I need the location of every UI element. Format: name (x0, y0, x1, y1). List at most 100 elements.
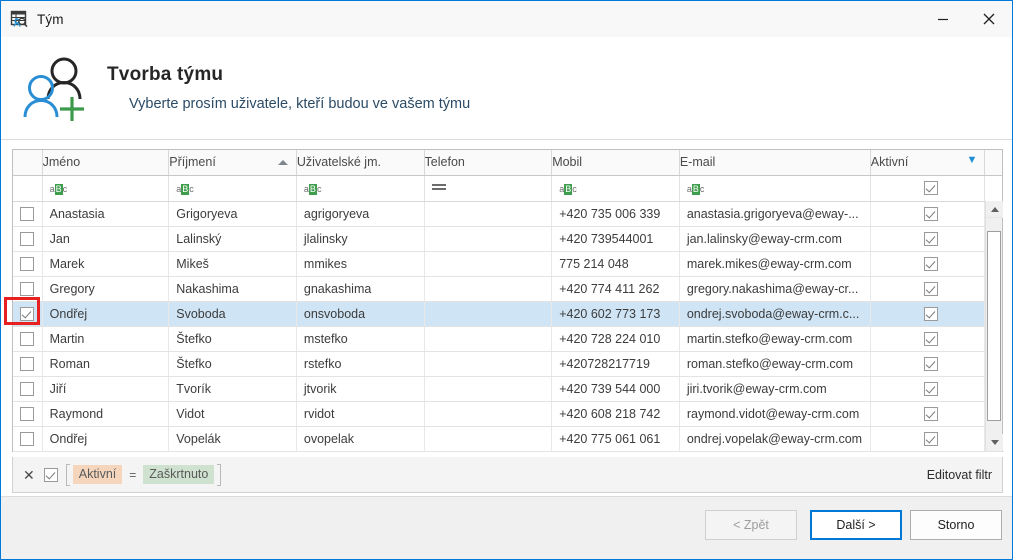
scrollbar-thumb[interactable] (987, 231, 1001, 421)
cell-uzivatel: mstefko (296, 326, 425, 352)
row-checkbox[interactable] (20, 282, 35, 297)
row-checkbox[interactable] (20, 357, 35, 372)
filter-cell-aktivni[interactable] (870, 175, 986, 202)
column-header-telefon[interactable]: Telefon (424, 150, 553, 176)
table-row[interactable]: Gregory Nakashima gnakashima +420 774 411 2… (13, 276, 1002, 302)
table-row[interactable]: Jiří Tvorík jtvorik +420 739 544 000 jiri.tv… (13, 376, 1002, 402)
wizard-banner: Tvorba týmu Vyberte prosím uživatele, kt… (1, 37, 1012, 140)
row-select-cell[interactable] (13, 251, 43, 277)
cell-email: martin.stefko@eway-crm.com (679, 326, 871, 352)
filter-enabled-checkbox[interactable] (43, 467, 58, 482)
filter-cell-jmeno[interactable]: aBc (42, 175, 170, 202)
close-button[interactable] (966, 1, 1012, 37)
row-checkbox[interactable] (20, 382, 35, 397)
filter-cell-telefon[interactable] (424, 175, 553, 202)
cell-email: ondrej.svoboda@eway-crm.c... (679, 301, 871, 327)
cell-prijmeni: Lalinský (168, 226, 297, 252)
column-header-prijmeni[interactable]: Příjmení (168, 150, 297, 176)
abc-filter-icon: aBc (559, 184, 577, 195)
table-row[interactable]: Jan Lalinský jlalinsky +420 739544001 jan.la… (13, 226, 1002, 252)
vertical-scrollbar[interactable] (985, 201, 1003, 451)
cell-aktivni (870, 326, 986, 352)
filter-field-chip[interactable]: Aktivní (72, 465, 123, 484)
row-select-cell[interactable] (13, 401, 43, 427)
scrollbar-gutter-header (984, 150, 1002, 176)
clear-filter-icon[interactable]: ✕ (23, 468, 35, 482)
column-header-select-all[interactable] (13, 150, 43, 176)
column-header-aktivni[interactable]: Aktivní ▼ (870, 150, 986, 176)
cell-jmeno: Gregory (42, 276, 170, 302)
scroll-down-button[interactable] (986, 434, 1003, 451)
row-checkbox[interactable] (20, 307, 35, 322)
cell-jmeno: Roman (42, 351, 170, 377)
row-select-cell[interactable] (13, 301, 43, 327)
filter-operator: = (129, 467, 137, 482)
cell-mobil: +420 608 218 742 (551, 401, 680, 427)
users-rows: Anastasia Grigoryeva agrigoryeva +420 735 0… (13, 201, 1002, 452)
table-row[interactable]: Roman Štefko rstefko +420728217719 roman.ste… (13, 351, 1002, 377)
aktivni-filter-checkbox[interactable] (924, 181, 939, 196)
cell-telefon (424, 401, 553, 427)
row-select-cell[interactable] (13, 276, 43, 302)
filter-expression[interactable]: Aktivní = Zaškrtnuto (65, 463, 222, 486)
cell-telefon (424, 301, 553, 327)
cell-prijmeni: Svoboda (168, 301, 297, 327)
cell-jmeno: Jan (42, 226, 170, 252)
row-checkbox[interactable] (20, 207, 35, 222)
column-header-email[interactable]: E-mail (679, 150, 871, 176)
abc-filter-icon: aBc (686, 184, 705, 195)
row-select-cell[interactable] (13, 226, 43, 252)
row-checkbox[interactable] (20, 332, 35, 347)
row-select-cell[interactable] (13, 376, 43, 402)
cancel-button[interactable]: Storno (910, 510, 1002, 540)
row-checkbox[interactable] (20, 407, 35, 422)
filter-cell-mobil[interactable]: aBc (551, 175, 680, 202)
filter-cell-prijmeni[interactable]: aBc (168, 175, 297, 202)
cell-aktivni (870, 351, 986, 377)
cell-mobil: +420 739544001 (551, 226, 680, 252)
edit-filter-link[interactable]: Editovat filtr (927, 468, 992, 482)
table-row[interactable]: Martin Štefko mstefko +420 728 224 010 marti… (13, 326, 1002, 352)
filter-cell-select[interactable] (13, 175, 43, 202)
row-checkbox[interactable] (20, 257, 35, 272)
back-button[interactable]: < Zpět (705, 510, 797, 540)
table-row[interactable]: Ondřej Svoboda onsvoboda +420 602 773 173 on… (13, 301, 1002, 327)
users-data-table: Anastasia Grigoryeva agrigoryeva +420 735 0… (13, 201, 1002, 452)
table-row[interactable]: Raymond Vidot rvidot +420 608 218 742 raymon… (13, 401, 1002, 427)
table-row[interactable]: Ondřej Vopelák ovopelak +420 775 061 061 ond… (13, 426, 1002, 452)
row-select-cell[interactable] (13, 326, 43, 352)
wizard-footer: < Zpět Další > Storno (1, 496, 1012, 559)
row-checkbox[interactable] (20, 232, 35, 247)
scroll-up-button[interactable] (986, 201, 1003, 218)
cell-telefon (424, 226, 553, 252)
row-select-cell[interactable] (13, 201, 43, 227)
users-grid[interactable]: Jméno Příjmení Uživatelské jm. Telefon M… (12, 149, 1003, 452)
cell-mobil: +420 774 411 262 (551, 276, 680, 302)
cell-uzivatel: rstefko (296, 351, 425, 377)
funnel-filter-icon[interactable]: ▼ (966, 155, 977, 166)
cell-aktivni (870, 426, 986, 452)
column-header-mobil[interactable]: Mobil (551, 150, 680, 176)
next-button[interactable]: Další > (810, 510, 902, 540)
arrow-up-icon (990, 206, 999, 212)
cell-telefon (424, 426, 553, 452)
row-checkbox[interactable] (20, 432, 35, 447)
table-body: aBc aBc aBc aBc aBc (13, 175, 1002, 202)
minimize-button[interactable] (920, 1, 966, 37)
column-header-uzivatelske-jm[interactable]: Uživatelské jm. (296, 150, 425, 176)
aktivni-checkbox (924, 432, 939, 447)
aktivni-checkbox (924, 407, 939, 422)
cell-email: jiri.tvorik@eway-crm.com (679, 376, 871, 402)
cell-uzivatel: jlalinsky (296, 226, 425, 252)
row-select-cell[interactable] (13, 351, 43, 377)
filter-cell-uzivatelske-jm[interactable]: aBc (296, 175, 425, 202)
table-row[interactable]: Marek Mikeš mmikes 775 214 048 marek.mikes@e… (13, 251, 1002, 277)
filter-bar: ✕ Aktivní = Zaškrtnuto Editovat filtr (12, 457, 1003, 493)
filter-row-gutter (984, 175, 1002, 202)
row-select-cell[interactable] (13, 426, 43, 452)
table-row[interactable]: Anastasia Grigoryeva agrigoryeva +420 735 0… (13, 201, 1002, 227)
filter-row[interactable]: aBc aBc aBc aBc aBc (13, 175, 1002, 202)
filter-cell-email[interactable]: aBc (679, 175, 871, 202)
filter-value-chip[interactable]: Zaškrtnuto (143, 465, 215, 484)
column-header-jmeno[interactable]: Jméno (42, 150, 170, 176)
